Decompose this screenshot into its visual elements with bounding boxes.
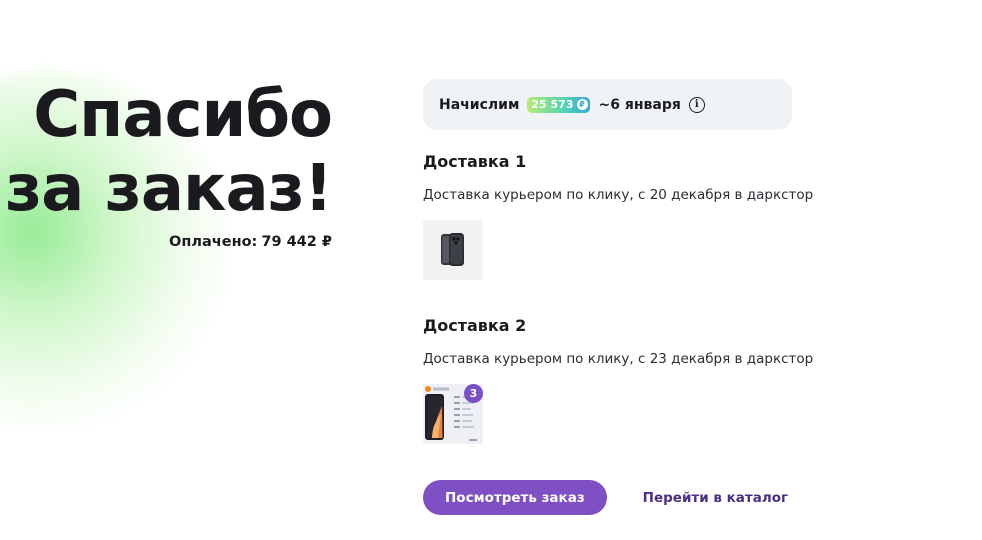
order-success-page: Спасибо за заказ! Оплачено: 79 442 ₽ Начи… — [0, 0, 982, 540]
redmi-phone-image[interactable]: 3 — [423, 384, 483, 444]
quantity-badge: 3 — [464, 384, 483, 403]
order-details: Начислим 25 573 ₽ ~6 января i Доставка 1… — [423, 79, 823, 515]
order-actions: Посмотреть заказ Перейти в каталог — [423, 480, 788, 515]
page-title-line-1: Спасибо — [33, 78, 333, 152]
paid-summary: Оплачено: 79 442 ₽ — [169, 234, 332, 250]
bonus-coin-icon: ₽ — [576, 99, 588, 110]
bonus-points-pill: 25 573 ₽ — [527, 96, 590, 113]
page-title-line-2: за заказ! — [4, 152, 333, 226]
page-title: Спасибо за заказ! — [4, 78, 333, 226]
delivery-1-title: Доставка 1 — [423, 152, 527, 171]
bonus-panel: Начислим 25 573 ₽ ~6 января i — [423, 79, 792, 130]
paid-label: Оплачено: — [169, 234, 258, 250]
bonus-date: ~6 января — [598, 96, 681, 113]
view-order-button[interactable]: Посмотреть заказ — [423, 480, 607, 515]
delivery-1-description: Доставка курьером по клику, с 20 декабря… — [423, 187, 814, 203]
delivery-2-title: Доставка 2 — [423, 316, 527, 335]
bonus-points: 25 573 — [531, 98, 574, 111]
iphone-image-graphic — [423, 220, 483, 280]
go-to-catalog-link[interactable]: Перейти в каталог — [643, 490, 788, 506]
paid-amount: 79 442 ₽ — [261, 234, 332, 250]
info-icon[interactable]: i — [688, 96, 705, 113]
delivery-2: Доставка 2 Доставка курьером по клику, с… — [423, 316, 813, 444]
iphone-image[interactable] — [423, 220, 483, 280]
delivery-1: Доставка 1 Доставка курьером по клику, с… — [423, 152, 813, 280]
delivery-2-description: Доставка курьером по клику, с 23 декабря… — [423, 351, 814, 367]
bonus-label: Начислим — [439, 96, 520, 113]
